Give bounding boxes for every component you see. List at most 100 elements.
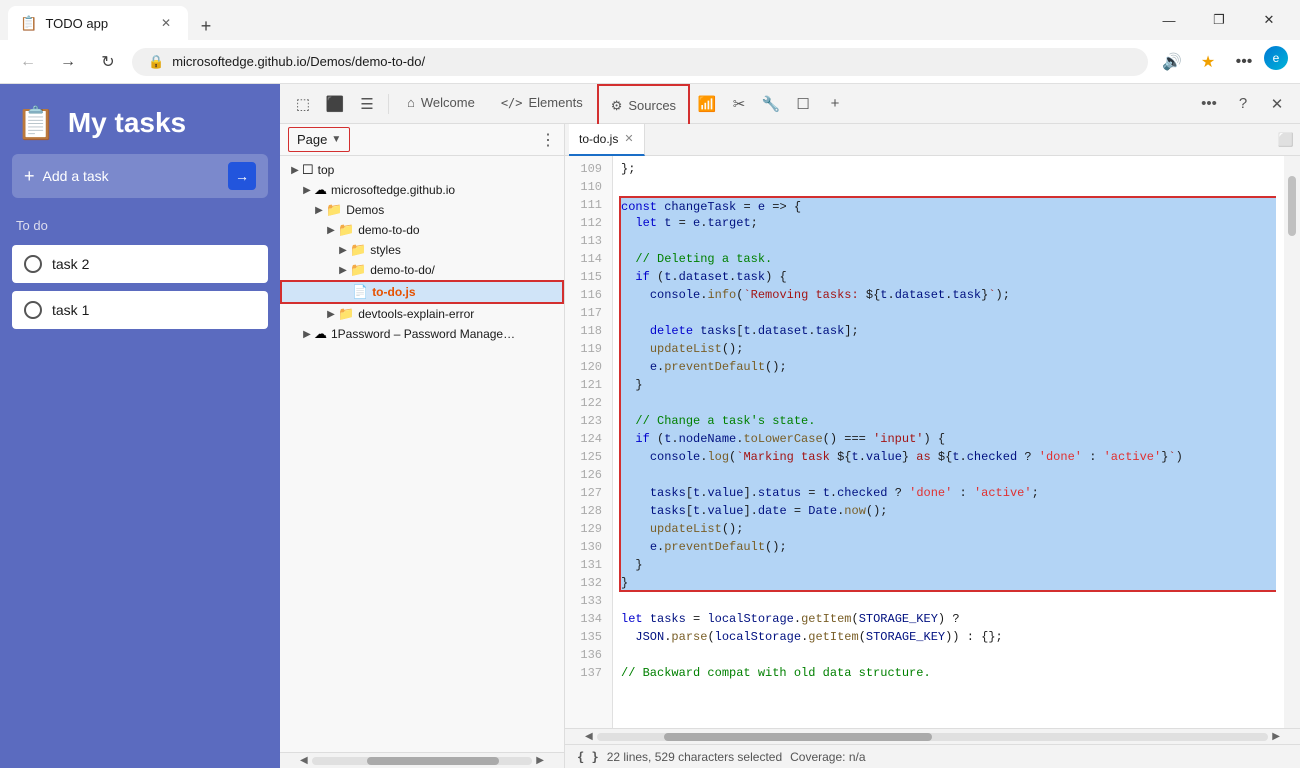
tab-elements[interactable]: </> Elements <box>489 84 595 124</box>
devtools-help-button[interactable]: ? <box>1228 89 1258 119</box>
reload-button[interactable]: ↻ <box>92 46 124 78</box>
line-num: 123 <box>565 412 612 430</box>
performance-tab-icon[interactable]: ✂ <box>724 89 754 119</box>
code-content[interactable]: }; const changeTask = e => { let t = e.t… <box>613 156 1284 728</box>
scroll-track[interactable] <box>597 733 1269 741</box>
address-bar: ← → ↻ 🔒 microsoftedge.github.io/Demos/de… <box>0 40 1300 84</box>
tab-title: TODO app <box>45 16 108 31</box>
add-task-arrow-button[interactable]: → <box>228 162 256 190</box>
js-file-icon: 📄 <box>352 284 368 300</box>
tree-item-demo-to-do[interactable]: ▶ 📁 demo-to-do <box>280 220 564 240</box>
sidebar-toggle-button[interactable]: ☰ <box>352 89 382 119</box>
line-num: 132 <box>565 574 612 592</box>
tree-arrow-icon <box>338 287 352 298</box>
active-tab[interactable]: 📋 TODO app ✕ <box>8 6 188 40</box>
welcome-icon: ⌂ <box>407 95 415 110</box>
devtools-toolbar: ⬚ ⬛ ☰ ⌂ Welcome </> Elements ⚙ Sources 📶… <box>280 84 1300 124</box>
tree-item-demos[interactable]: ▶ 📁 Demos <box>280 200 564 220</box>
code-line: console.log(`Marking task ${t.value} as … <box>619 448 1276 466</box>
main-area: 📋 My tasks + Add a task → To do task 2 t… <box>0 84 1300 768</box>
tree-item-1password[interactable]: ▶ ☁ 1Password – Password Manage… <box>280 324 564 344</box>
add-task-bar[interactable]: + Add a task → <box>12 154 268 198</box>
tree-item-label: devtools-explain-error <box>358 307 474 321</box>
code-expand-button[interactable]: ⬜ <box>1272 126 1300 154</box>
close-button[interactable]: ✕ <box>1246 4 1292 36</box>
url-bar[interactable]: 🔒 microsoftedge.github.io/Demos/demo-to-… <box>132 48 1148 76</box>
tab-close-button[interactable]: ✕ <box>156 13 176 33</box>
tree-arrow-icon: ▶ <box>336 245 350 256</box>
add-tab-button[interactable]: + <box>820 89 850 119</box>
code-line: console.info(`Removing tasks: ${t.datase… <box>619 286 1276 304</box>
application-tab-icon[interactable]: ☐ <box>788 89 818 119</box>
task-item[interactable]: task 1 <box>12 291 268 329</box>
minimize-button[interactable]: — <box>1146 4 1192 36</box>
tab-sources[interactable]: ⚙ Sources <box>597 84 690 124</box>
scroll-right-arrow[interactable]: ▶ <box>1268 731 1284 742</box>
line-num: 127 <box>565 484 612 502</box>
tree-item-devtools-explain[interactable]: ▶ 📁 devtools-explain-error <box>280 304 564 324</box>
code-line: } <box>619 376 1276 394</box>
edge-profile-icon[interactable]: e <box>1264 46 1288 70</box>
line-num: 126 <box>565 466 612 484</box>
task-item[interactable]: task 2 <box>12 245 268 283</box>
file-tab-close-button[interactable]: ✕ <box>624 132 633 145</box>
devtools-more-button[interactable]: ••• <box>1194 89 1224 119</box>
task-checkbox[interactable] <box>24 301 42 319</box>
tree-item-domain[interactable]: ▶ ☁ microsoftedge.github.io <box>280 180 564 200</box>
line-num: 113 <box>565 232 612 250</box>
page-tab[interactable]: Page ▼ <box>288 127 350 152</box>
forward-button[interactable]: → <box>52 46 84 78</box>
tree-item-label: 1Password – Password Manage… <box>331 327 515 341</box>
read-aloud-button[interactable]: 🔊 <box>1156 46 1188 78</box>
scroll-left-arrow[interactable]: ◀ <box>296 755 312 766</box>
cloud-icon: ☁ <box>314 182 327 198</box>
line-num: 124 <box>565 430 612 448</box>
todo-sidebar: 📋 My tasks + Add a task → To do task 2 t… <box>0 84 280 768</box>
code-line <box>621 646 1276 664</box>
maximize-button[interactable]: ❐ <box>1196 4 1242 36</box>
file-tree-more-button[interactable]: ⋮ <box>540 130 556 150</box>
network-tab-icon[interactable]: 📶 <box>692 89 722 119</box>
scroll-thumb[interactable] <box>664 733 933 741</box>
scroll-thumb[interactable] <box>367 757 499 765</box>
file-tab-to-do-js[interactable]: to-do.js ✕ <box>569 124 645 156</box>
folder-icon: 📁 <box>350 262 366 278</box>
code-line: // Backward compat with old data structu… <box>621 664 1276 682</box>
file-tree-scrollbar[interactable]: ◀ ▶ <box>280 752 564 768</box>
line-num: 129 <box>565 520 612 538</box>
tab-welcome[interactable]: ⌂ Welcome <box>395 84 487 124</box>
scroll-left-arrow[interactable]: ◀ <box>581 731 597 742</box>
vertical-scrollbar[interactable] <box>1284 156 1300 728</box>
code-line: JSON.parse(localStorage.getItem(STORAGE_… <box>621 628 1276 646</box>
code-line: // Change a task's state. <box>619 412 1276 430</box>
memory-tab-icon[interactable]: 🔧 <box>756 89 786 119</box>
code-line: // Deleting a task. <box>619 250 1276 268</box>
page-tab-dropdown-icon[interactable]: ▼ <box>331 134 341 145</box>
inspect-element-button[interactable]: ⬚ <box>288 89 318 119</box>
line-numbers: 109 110 111 112 113 114 115 116 117 118 <box>565 156 613 728</box>
favorites-button[interactable]: ★ <box>1192 46 1224 78</box>
scroll-right-arrow[interactable]: ▶ <box>532 755 548 766</box>
todo-app-icon: 📋 <box>16 104 56 142</box>
status-brace-icon: { } <box>577 750 599 764</box>
code-line <box>621 178 1276 196</box>
folder-icon: 📁 <box>350 242 366 258</box>
scroll-track[interactable] <box>312 757 533 765</box>
tree-item-label: styles <box>370 243 401 257</box>
code-line: if (t.dataset.task) { <box>619 268 1276 286</box>
device-toolbar-button[interactable]: ⬛ <box>320 89 350 119</box>
tree-item-top[interactable]: ▶ ☐ top <box>280 160 564 180</box>
tab-sources-label: Sources <box>628 98 676 113</box>
back-button[interactable]: ← <box>12 46 44 78</box>
tree-item-styles[interactable]: ▶ 📁 styles <box>280 240 564 260</box>
settings-more-button[interactable]: ••• <box>1228 46 1260 78</box>
code-line <box>619 232 1276 250</box>
tree-item-demo-to-do-slash[interactable]: ▶ 📁 demo-to-do/ <box>280 260 564 280</box>
file-tree-header: Page ▼ ⋮ <box>280 124 564 156</box>
new-tab-button[interactable]: + <box>192 12 220 40</box>
task-checkbox[interactable] <box>24 255 42 273</box>
v-scroll-thumb[interactable] <box>1288 176 1296 236</box>
code-bottom-scrollbar[interactable]: ◀ ▶ <box>565 728 1300 744</box>
tree-item-to-do-js[interactable]: 📄 to-do.js <box>280 280 564 304</box>
devtools-close-button[interactable]: ✕ <box>1262 89 1292 119</box>
